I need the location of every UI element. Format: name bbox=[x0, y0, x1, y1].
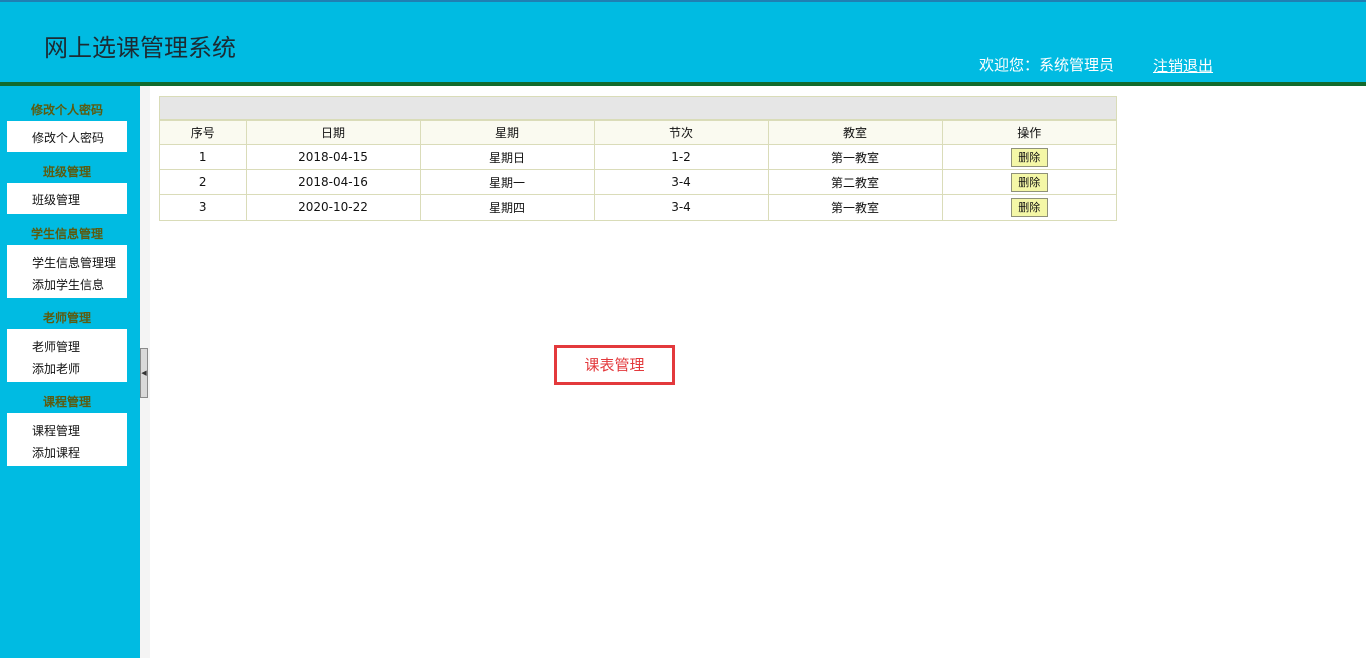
cell-action: 删除 bbox=[941, 144, 1116, 170]
column-header-action: 操作 bbox=[941, 120, 1116, 145]
table-row: 2 2018-04-16 星期一 3-4 第二教室 删除 bbox=[160, 169, 1116, 195]
sidebar-group-course-items: 课程管理 添加课程 bbox=[7, 413, 127, 466]
sidebar-item-course-management[interactable]: 课程管理 bbox=[7, 420, 127, 442]
delete-button[interactable]: 删除 bbox=[1010, 197, 1048, 217]
cell-no: 1 bbox=[160, 144, 247, 170]
cell-weekday: 星期一 bbox=[419, 169, 595, 195]
sidebar-group-student: 学生信息管理 bbox=[30, 227, 103, 241]
delete-button[interactable]: 删除 bbox=[1010, 147, 1048, 167]
schedule-table-panel: 序号 日期 星期 节次 教室 操作 1 2018-04-15 星期日 1-2 第… bbox=[159, 96, 1117, 221]
sidebar-group-teacher-items: 老师管理 添加老师 bbox=[7, 329, 127, 382]
sidebar-group-course: 课程管理 bbox=[42, 395, 91, 409]
cell-room: 第一教室 bbox=[767, 194, 943, 220]
cell-date: 2018-04-16 bbox=[245, 169, 421, 195]
cell-date: 2018-04-15 bbox=[245, 144, 421, 170]
sidebar-item-add-student[interactable]: 添加学生信息 bbox=[7, 274, 127, 296]
cell-weekday: 星期日 bbox=[419, 144, 595, 170]
column-header-date: 日期 bbox=[245, 120, 421, 145]
delete-button[interactable]: 删除 bbox=[1010, 172, 1048, 192]
cell-room: 第一教室 bbox=[767, 144, 943, 170]
cell-period: 1-2 bbox=[593, 144, 769, 170]
table-header-row: 序号 日期 星期 节次 教室 操作 bbox=[160, 120, 1116, 145]
sidebar-group-class-items: 班级管理 bbox=[7, 183, 127, 214]
sidebar-item-change-password[interactable]: 修改个人密码 bbox=[7, 127, 127, 149]
cell-period: 3-4 bbox=[593, 194, 769, 220]
schedule-table: 序号 日期 星期 节次 教室 操作 1 2018-04-15 星期日 1-2 第… bbox=[160, 120, 1116, 220]
cell-room: 第二教室 bbox=[767, 169, 943, 195]
column-header-period: 节次 bbox=[593, 120, 769, 145]
table-caption-bar bbox=[160, 97, 1116, 120]
cell-period: 3-4 bbox=[593, 169, 769, 195]
sidebar-group-password: 修改个人密码 bbox=[30, 103, 103, 117]
sidebar-group-password-items: 修改个人密码 bbox=[7, 121, 127, 152]
app-title: 网上选课管理系统 bbox=[44, 34, 236, 62]
sidebar-group-student-items: 学生信息管理理 添加学生信息 bbox=[7, 245, 127, 298]
table-row: 3 2020-10-22 星期四 3-4 第一教室 删除 bbox=[160, 194, 1116, 220]
cell-action: 删除 bbox=[941, 194, 1116, 220]
sidebar-item-student-management[interactable]: 学生信息管理理 bbox=[7, 252, 127, 274]
column-header-weekday: 星期 bbox=[419, 120, 595, 145]
table-row: 1 2018-04-15 星期日 1-2 第一教室 删除 bbox=[160, 144, 1116, 170]
app-header: 网上选课管理系统 欢迎您：系统管理员 注销退出 bbox=[0, 0, 1366, 82]
logout-link[interactable]: 注销退出 bbox=[1153, 55, 1213, 76]
sidebar-group-teacher: 老师管理 bbox=[42, 311, 91, 325]
page-section-label: 课表管理 bbox=[554, 345, 675, 385]
column-header-no: 序号 bbox=[160, 120, 247, 145]
collapse-arrow-icon: ◀ bbox=[141, 369, 147, 377]
header-divider bbox=[0, 82, 1366, 86]
cell-no: 2 bbox=[160, 169, 247, 195]
cell-no: 3 bbox=[160, 194, 247, 220]
sidebar-group-class: 班级管理 bbox=[42, 165, 91, 179]
cell-date: 2020-10-22 bbox=[245, 194, 421, 220]
sidebar-item-class-management[interactable]: 班级管理 bbox=[7, 189, 127, 211]
sidebar-item-add-course[interactable]: 添加课程 bbox=[7, 442, 127, 464]
cell-weekday: 星期四 bbox=[419, 194, 595, 220]
column-header-room: 教室 bbox=[767, 120, 943, 145]
welcome-text: 欢迎您：系统管理员 bbox=[979, 56, 1115, 74]
sidebar-item-add-teacher[interactable]: 添加老师 bbox=[7, 358, 127, 380]
sidebar-collapse-handle[interactable]: ◀ bbox=[140, 348, 148, 398]
cell-action: 删除 bbox=[941, 169, 1116, 195]
sidebar-item-teacher-management[interactable]: 老师管理 bbox=[7, 336, 127, 358]
